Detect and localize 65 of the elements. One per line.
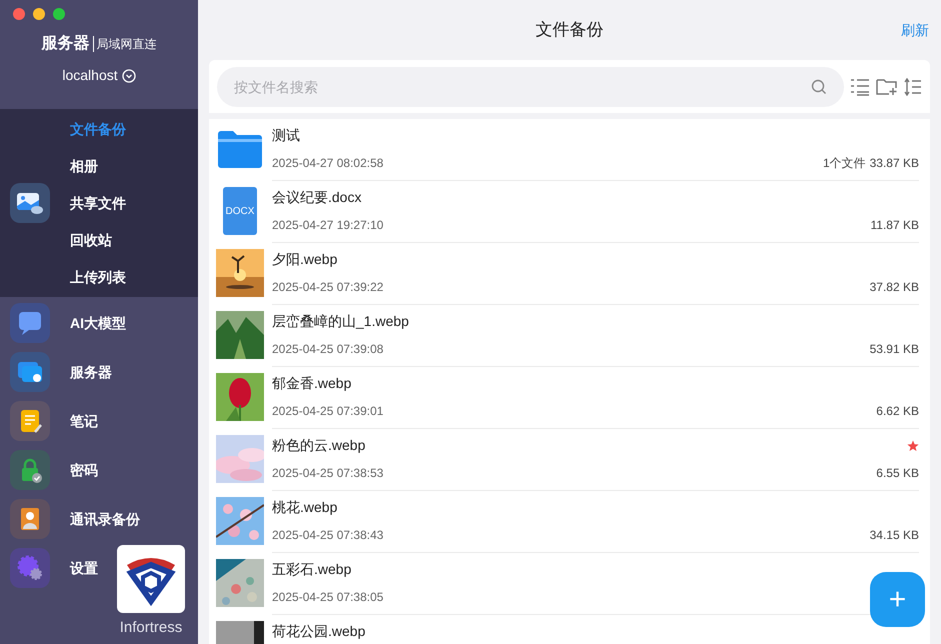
submenu-item[interactable]: 相册 — [70, 156, 98, 176]
photo-cloud-icon — [10, 183, 50, 223]
file-size: 53.91 KB — [870, 341, 919, 358]
file-name: 夕阳.webp — [272, 250, 338, 269]
file-row[interactable]: 郁金香.webp 2025-04-25 07:39:01 6.62 KB — [209, 367, 930, 429]
contact-card-icon — [10, 499, 50, 539]
minimize-button[interactable] — [33, 8, 45, 20]
file-row[interactable]: 测试 2025-04-27 08:02:58 1个文件 33.87 KB — [209, 119, 930, 181]
checklist-icon[interactable] — [850, 78, 870, 96]
file-size: 34.15 KB — [870, 527, 919, 544]
file-size: 11.87 KB — [870, 217, 919, 234]
file-name: 郁金香.webp — [272, 374, 352, 393]
file-name: 会议纪要.docx — [272, 188, 362, 207]
document-icon: DOCX — [223, 187, 257, 235]
submenu-item[interactable]: 共享文件 — [70, 192, 126, 214]
file-date: 2025-04-25 07:38:53 — [272, 465, 384, 482]
chat-bubble-icon — [10, 303, 50, 343]
file-date: 2025-04-25 07:38:43 — [272, 527, 384, 544]
file-size: 6.62 KB — [876, 403, 919, 420]
chevron-down-icon — [122, 68, 136, 82]
sidebar-item[interactable]: AI大模型 — [10, 303, 198, 343]
file-date: 2025-04-25 07:39:01 — [272, 403, 384, 420]
file-size: 6.55 KB — [876, 465, 919, 482]
search-field[interactable]: 按文件名搜索 — [217, 66, 844, 106]
folder-icon — [218, 130, 262, 168]
sort-icon[interactable] — [904, 78, 922, 96]
close-button[interactable] — [13, 8, 25, 20]
submenu-item[interactable]: 上传列表 — [70, 266, 126, 288]
file-name: 层峦叠嶂的山_1.webp — [272, 312, 409, 331]
file-date: 2025-04-25 07:39:08 — [272, 341, 384, 358]
search-icon — [811, 78, 827, 94]
file-name: 五彩石.webp — [272, 560, 352, 579]
file-date: 2025-04-27 19:27:10 — [272, 217, 384, 234]
server-title: 服务器 — [42, 34, 90, 54]
file-size: 37.82 KB — [870, 279, 919, 296]
sidebar-item[interactable]: 通讯录备份 — [10, 499, 198, 539]
file-date: 2025-04-25 07:38:05 — [272, 589, 384, 606]
file-row[interactable]: 桃花.webp 2025-04-25 07:38:43 34.15 KB — [209, 491, 930, 553]
host-selector[interactable]: localhost — [62, 65, 136, 86]
file-name: 荷花公园.webp — [272, 622, 366, 641]
folder-windows-icon — [10, 352, 50, 392]
submenu-item[interactable]: 回收站 — [70, 230, 112, 250]
sidebar-item[interactable]: 服务器 — [10, 352, 198, 392]
sidebar-item[interactable]: 笔记 — [10, 401, 198, 441]
file-size: 33.87 KB — [870, 155, 919, 172]
file-row[interactable]: 粉色的云.webp 2025-04-25 07:38:53 6.55 KB — [209, 429, 930, 491]
file-name: 测试 — [272, 126, 300, 145]
server-subtitle: 局域网直连 — [96, 36, 156, 53]
submenu-item[interactable]: 文件备份 — [70, 118, 126, 140]
file-name: 桃花.webp — [272, 498, 338, 517]
file-row[interactable]: 层峦叠嶂的山_1.webp 2025-04-25 07:39:08 53.91 KB — [209, 305, 930, 367]
file-row[interactable]: DOCX 会议纪要.docx 2025-04-27 19:27:10 11.87 KB — [209, 181, 930, 243]
file-name: 粉色的云.webp — [272, 436, 366, 455]
maximize-button[interactable] — [53, 8, 65, 20]
file-date: 2025-04-25 07:39:22 — [272, 279, 384, 296]
gears-icon — [10, 548, 50, 588]
file-count: 1个文件 — [822, 155, 866, 172]
file-row[interactable]: 夕阳.webp 2025-04-25 07:39:22 37.82 KB — [209, 243, 930, 305]
padlock-icon — [10, 450, 50, 490]
file-date: 2025-04-27 08:02:58 — [272, 155, 384, 172]
page-title: 文件备份 — [536, 19, 604, 42]
notepad-icon — [10, 401, 50, 441]
new-folder-icon[interactable] — [876, 78, 898, 96]
sidebar-item[interactable]: 密码 — [10, 450, 198, 490]
brand-name: Infortress — [120, 618, 182, 638]
